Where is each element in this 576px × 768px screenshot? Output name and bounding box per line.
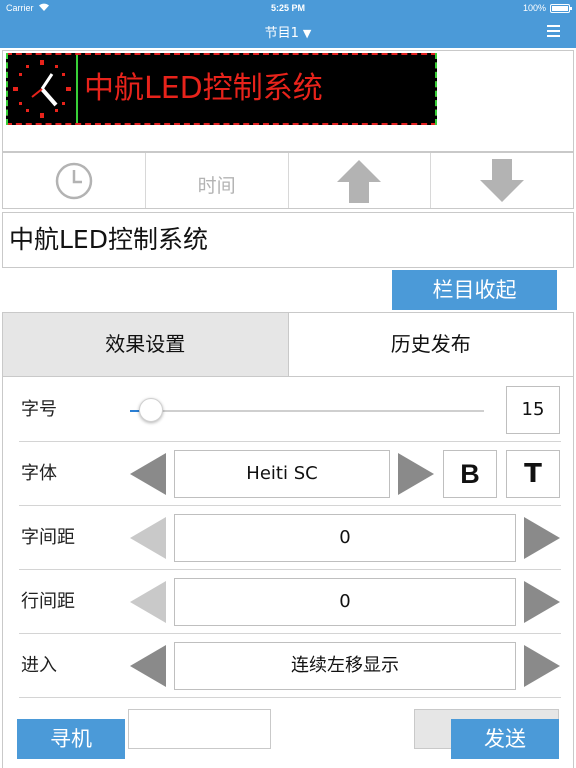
line-spacing-decrease-icon[interactable] [130, 581, 166, 623]
tab-publish-history[interactable]: 历史发布 [288, 313, 573, 377]
entry-effect-next-icon[interactable] [524, 645, 560, 687]
letter-spacing-increase-icon[interactable] [524, 517, 560, 559]
font-size-label: 字号 [21, 399, 57, 420]
led-clock-zone[interactable] [8, 55, 78, 123]
program-title: 节目1 [264, 26, 299, 41]
line-spacing-row: 行间距 0 [19, 570, 561, 634]
line-spacing-label: 行间距 [21, 591, 75, 612]
next-row-input-partial[interactable] [128, 709, 271, 749]
line-spacing-value[interactable]: 0 [174, 578, 516, 626]
arrow-down-icon [480, 158, 525, 202]
entry-effect-prev-icon[interactable] [130, 645, 166, 687]
tab-effect-settings[interactable]: 效果设置 [3, 313, 289, 377]
clock-icon [55, 162, 93, 199]
font-face-label: 字体 [21, 463, 57, 484]
time-button-label: 时间 [197, 175, 236, 197]
arrow-up-icon [337, 159, 382, 203]
text-style-button[interactable]: T [506, 450, 560, 498]
caret-down-icon: ▼ [302, 27, 312, 40]
top-bar: Carrier 5:25 PM 100% 节目1 ▼ [0, 0, 576, 48]
font-face-row: 字体 Heiti SC B T [19, 442, 561, 506]
letter-spacing-label: 字间距 [21, 527, 75, 548]
font-size-slider[interactable] [130, 410, 484, 412]
font-face-value[interactable]: Heiti SC [174, 450, 390, 498]
add-clock-button[interactable] [3, 153, 146, 208]
hamburger-menu-icon[interactable] [547, 25, 560, 37]
font-size-value[interactable]: 15 [506, 386, 560, 434]
send-button[interactable]: 发送 [451, 719, 559, 759]
font-next-arrow-icon[interactable] [398, 453, 434, 495]
led-preview-area[interactable]: 中航LED控制系统 [2, 50, 574, 152]
entry-effect-row: 进入 连续左移显示 [19, 634, 561, 698]
move-up-button[interactable] [289, 153, 432, 208]
led-text-input[interactable]: 中航LED控制系统 [2, 212, 574, 268]
font-size-row: 字号 15 [19, 378, 561, 442]
letter-spacing-decrease-icon[interactable] [130, 517, 166, 559]
program-selector[interactable]: 节目1 ▼ [0, 22, 576, 41]
collapse-section-button[interactable]: 栏目收起 [392, 270, 557, 310]
search-device-button[interactable]: 寻机 [17, 719, 125, 759]
analog-clock-icon [13, 60, 71, 118]
status-bar: Carrier 5:25 PM 100% [0, 0, 576, 16]
bold-button[interactable]: B [443, 450, 497, 498]
settings-tabs: 效果设置 历史发布 [3, 313, 573, 377]
font-prev-arrow-icon[interactable] [130, 453, 166, 495]
battery-icon [550, 4, 572, 13]
content-toolbar: 时间 [2, 152, 574, 209]
entry-effect-label: 进入 [21, 655, 57, 676]
letter-spacing-value[interactable]: 0 [174, 514, 516, 562]
entry-effect-value[interactable]: 连续左移显示 [174, 642, 516, 690]
add-time-button[interactable]: 时间 [146, 153, 289, 208]
move-down-button[interactable] [431, 153, 573, 208]
settings-panel: 效果设置 历史发布 字号 15 字体 Heiti SC B T 字间距 0 行间… [2, 312, 574, 768]
font-size-slider-thumb[interactable] [139, 398, 163, 422]
letter-spacing-row: 字间距 0 [19, 506, 561, 570]
led-scroll-text[interactable]: 中航LED控制系统 [84, 55, 323, 123]
battery-percentage: 100% [522, 3, 546, 13]
status-time: 5:25 PM [270, 3, 305, 13]
led-screen[interactable]: 中航LED控制系统 [6, 53, 437, 125]
line-spacing-increase-icon[interactable] [524, 581, 560, 623]
